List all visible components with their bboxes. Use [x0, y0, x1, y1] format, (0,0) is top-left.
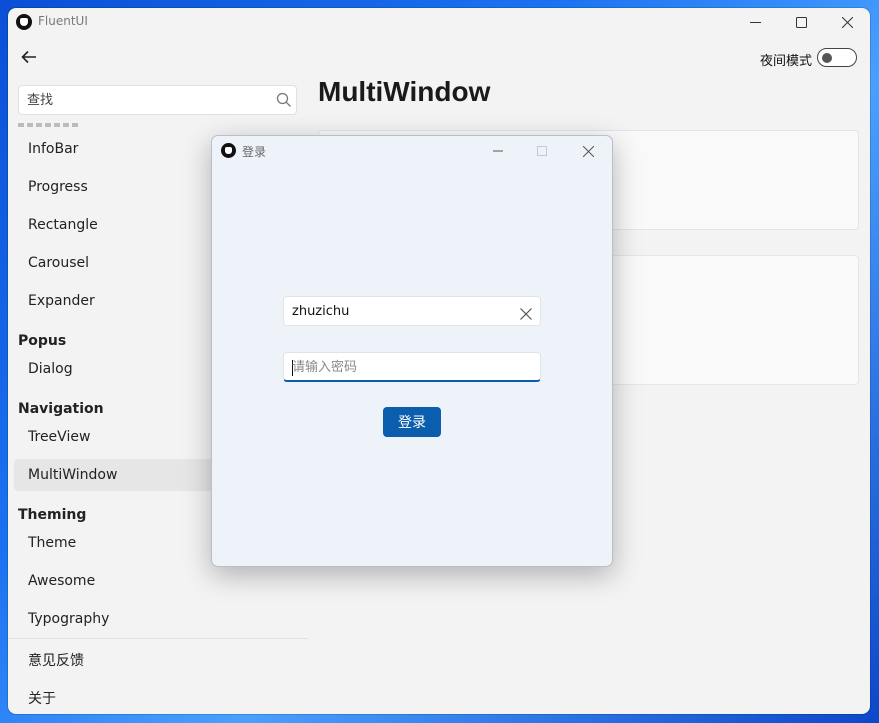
toggle-knob: [822, 52, 832, 63]
minimize-icon: [749, 21, 761, 23]
title-bar[interactable]: FluentUI: [8, 8, 870, 36]
sidebar-footer-about[interactable]: 关于: [28, 688, 56, 708]
github-logo-icon: [16, 14, 32, 30]
sidebar-footer-divider: [8, 638, 308, 639]
back-button[interactable]: [18, 46, 40, 68]
nav-group-header-popus: Popus: [18, 333, 67, 349]
close-button[interactable]: [824, 8, 870, 36]
page-title: MultiWindow: [318, 76, 491, 107]
close-icon: [582, 145, 594, 157]
nav-group-header-navigation: Navigation: [18, 401, 104, 417]
app-title: FluentUI: [38, 14, 88, 28]
login-minimize-button[interactable]: [476, 138, 520, 164]
username-input[interactable]: [292, 297, 512, 325]
sidebar-item-typography[interactable]: Typography: [14, 603, 304, 635]
username-field[interactable]: [283, 296, 541, 326]
sidebar-item-awesome[interactable]: Awesome: [14, 565, 304, 597]
night-mode-toggle[interactable]: [817, 48, 857, 67]
minimize-icon: [493, 150, 503, 152]
minimize-button[interactable]: [732, 8, 778, 36]
github-logo-icon: [221, 143, 236, 158]
maximize-icon: [795, 16, 807, 28]
maximize-button[interactable]: [778, 8, 824, 36]
search-box[interactable]: [18, 85, 297, 115]
sidebar-footer-feedback[interactable]: 意见反馈: [28, 650, 84, 670]
nav-group-header-theming: Theming: [18, 507, 87, 523]
close-icon: [841, 16, 853, 28]
night-mode-label: 夜间模式: [759, 54, 812, 69]
maximize-icon: [537, 146, 547, 156]
login-dialog-title: 登录: [242, 145, 267, 159]
search-icon[interactable]: [276, 92, 292, 112]
password-field[interactable]: [283, 352, 541, 382]
search-input[interactable]: [27, 86, 267, 114]
login-maximize-button: [520, 138, 564, 164]
login-close-button[interactable]: [566, 138, 610, 164]
scrolled-header-fragment: [18, 123, 78, 127]
login-button[interactable]: 登录: [383, 407, 441, 437]
clear-icon[interactable]: [520, 305, 532, 324]
arrow-left-icon: [21, 50, 36, 64]
password-input[interactable]: [292, 353, 512, 381]
login-dialog: 登录 登录: [211, 135, 613, 567]
